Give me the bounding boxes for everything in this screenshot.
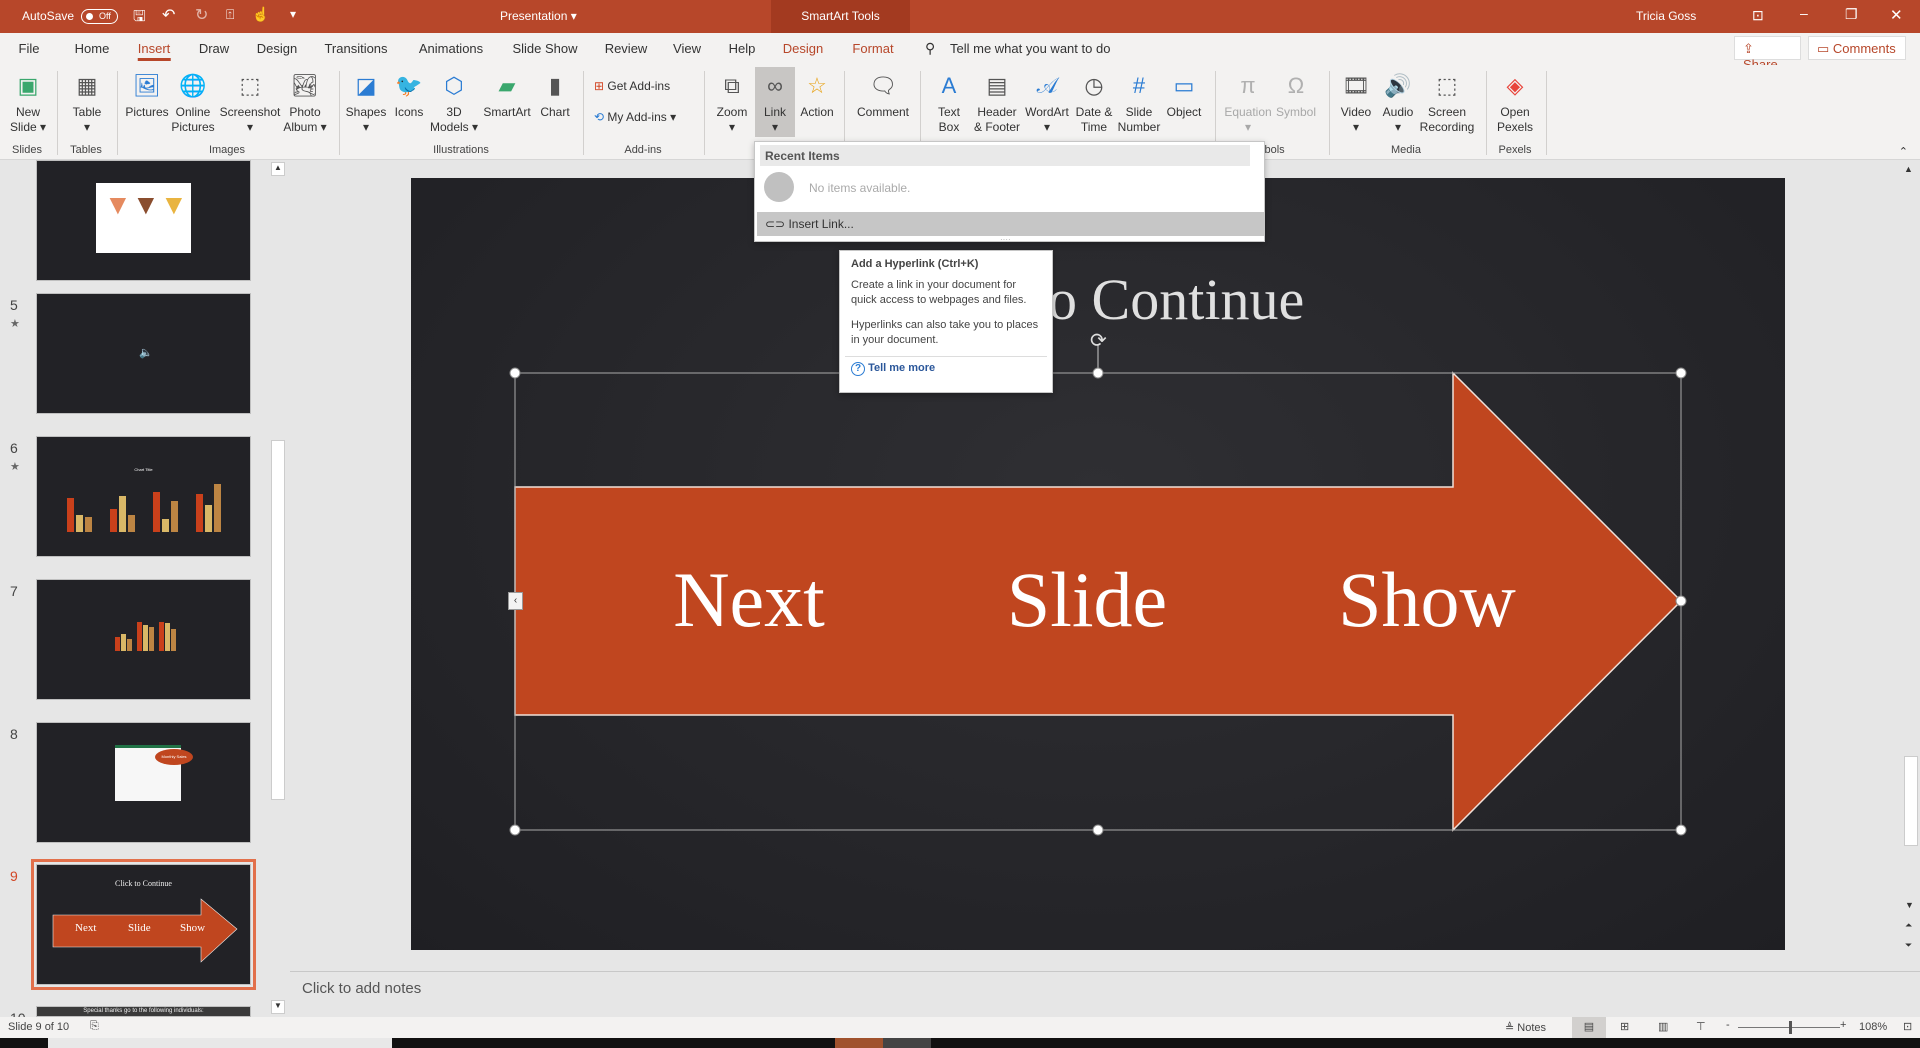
zoom-in-icon[interactable]: + (1840, 1019, 1846, 1031)
arrow-text-slide[interactable]: Slide (1007, 555, 1167, 645)
link-icon: ⊂⊃ (765, 217, 789, 231)
slide-sorter-icon[interactable]: ⊞ (1620, 1020, 1629, 1033)
scroll-up-icon[interactable]: ▲ (1904, 164, 1913, 174)
placeholder-avatar-icon (764, 172, 794, 202)
notes-icon: ≜ (1505, 1022, 1518, 1034)
scroll-down-icon[interactable]: ▼ (1905, 900, 1914, 910)
resize-handle-sw[interactable] (509, 824, 521, 836)
notes-placeholder[interactable]: Click to add notes (302, 980, 421, 997)
help-icon: ? (851, 362, 865, 376)
status-bar: Slide 9 of 10 ⎘ ≜ Notes ▤ ⊞ ▥ ⊤ - + 108%… (0, 1017, 1920, 1038)
scroll-thumb[interactable] (1904, 756, 1918, 846)
tell-me-more-label: Tell me more (868, 362, 936, 374)
slideshow-view-icon[interactable]: ⊤ (1696, 1020, 1706, 1033)
notes-pane[interactable]: Click to add notes (290, 971, 1920, 1017)
notes-button[interactable]: ≜ Notes (1505, 1021, 1546, 1034)
text-pane-toggle-icon[interactable]: ‹ (508, 592, 523, 610)
no-items-text: No items available. (809, 181, 911, 195)
arrow-text-next[interactable]: Next (673, 555, 825, 645)
arrow-text-show[interactable]: Show (1338, 555, 1516, 645)
resize-handle-n[interactable] (1092, 367, 1104, 379)
taskbar (0, 1038, 1920, 1048)
resize-grip-icon[interactable]: ···· (1000, 235, 1011, 244)
previous-slide-icon[interactable]: ⏶ (1905, 920, 1912, 931)
next-slide-icon[interactable]: ⏷ (1905, 940, 1912, 951)
recent-items-header: Recent Items (760, 145, 1250, 166)
tell-me-more-link[interactable]: ? Tell me more (845, 356, 1047, 381)
reading-view-icon[interactable]: ▥ (1658, 1020, 1668, 1033)
tooltip-description-2: Hyperlinks can also take you to places i… (851, 319, 1039, 346)
tooltip-title: Add a Hyperlink (Ctrl+K) (851, 258, 979, 270)
accessibility-icon[interactable]: ⎘ (90, 1020, 99, 1033)
zoom-slider-thumb[interactable] (1789, 1021, 1792, 1034)
slide-counter: Slide 9 of 10 (8, 1021, 70, 1033)
zoom-out-icon[interactable]: - (1726, 1019, 1730, 1031)
zoom-slider[interactable] (1738, 1021, 1840, 1034)
resize-handle-ne[interactable] (1675, 367, 1687, 379)
slide-scrollbar[interactable]: ▲ ▼ ⏶ ⏷ (1902, 160, 1920, 971)
link-dropdown: Recent Items No items available. ⊂⊃ Inse… (754, 141, 1265, 244)
insert-link-label: Insert Link... (788, 217, 854, 231)
tooltip-description: Create a link in your document for quick… (851, 279, 1027, 306)
resize-handle-nw[interactable] (509, 367, 521, 379)
taskbar-search[interactable] (48, 1038, 392, 1048)
rotate-handle-icon[interactable]: ⟳ (1090, 328, 1107, 353)
insert-link-menu-item[interactable]: ⊂⊃ Insert Link... (757, 212, 1264, 236)
normal-view-icon[interactable]: ▤ (1572, 1017, 1606, 1038)
fit-to-window-icon[interactable]: ⊡ (1903, 1020, 1912, 1033)
hyperlink-tooltip: Add a Hyperlink (Ctrl+K) Create a link i… (839, 250, 1053, 393)
taskbar-powerpoint[interactable] (835, 1038, 883, 1048)
resize-handle-e[interactable] (1675, 595, 1687, 607)
taskbar-app[interactable] (883, 1038, 931, 1048)
resize-handle-s[interactable] (1092, 824, 1104, 836)
zoom-level[interactable]: 108% (1859, 1021, 1887, 1033)
resize-handle-se[interactable] (1675, 824, 1687, 836)
notes-label: Notes (1517, 1022, 1547, 1034)
